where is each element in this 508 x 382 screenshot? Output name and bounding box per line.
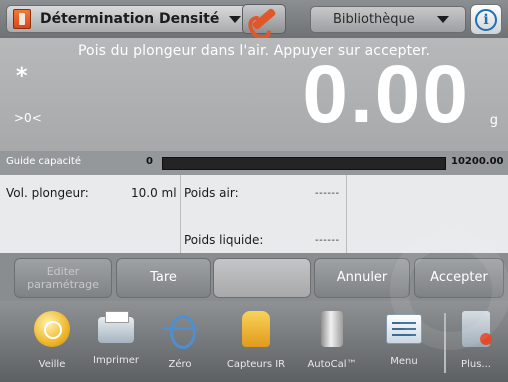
column-divider	[180, 175, 181, 253]
toolbar-label: Zéro	[168, 359, 192, 370]
mode-label: Détermination Densité	[40, 11, 220, 27]
menu-icon	[386, 314, 422, 344]
toolbar-item-zero[interactable]: Zéro	[150, 311, 210, 377]
capacity-bar	[162, 157, 446, 170]
toolbar-label: Plus...	[461, 359, 491, 370]
stability-indicator: *	[16, 64, 28, 89]
toolbar-item-more[interactable]: Plus...	[446, 311, 506, 377]
capacity-max: 10200.00	[451, 156, 504, 167]
more-icon	[462, 311, 492, 347]
results-panel: Vol. plongeur: 10.0 ml Poids air: ------…	[0, 175, 508, 253]
blank-button	[213, 258, 311, 298]
toolbar-item-print[interactable]: Imprimer	[86, 311, 146, 377]
capacity-guide: Guide capacité 0 10200.00	[0, 151, 508, 175]
printer-icon	[98, 311, 134, 343]
bottom-toolbar: Veille Imprimer Zéro Capteurs IR AutoCal…	[0, 301, 508, 382]
weight-in-liquid-label: Poids liquide:	[184, 233, 264, 247]
weight-in-air-label: Poids air:	[184, 186, 239, 200]
plunger-volume-value: 10.0 ml	[131, 186, 177, 200]
zero-icon	[162, 311, 198, 349]
weight-in-liquid-value: ------	[315, 235, 340, 246]
chevron-down-icon	[229, 15, 242, 23]
accept-button[interactable]: Accepter	[414, 258, 504, 298]
toolbar-label: Menu	[390, 356, 418, 367]
weight-in-air-value: ------	[315, 188, 340, 199]
weight-value: 0.00	[302, 49, 470, 140]
toolbar-item-menu[interactable]: Menu	[374, 311, 434, 377]
info-icon: i	[475, 8, 497, 31]
weight-display: Pois du plongeur dans l'air. Appuyer sur…	[0, 38, 508, 151]
center-of-zero-indicator: >0<	[14, 111, 42, 125]
calibration-weight-icon	[321, 311, 343, 347]
column-divider	[346, 175, 347, 253]
density-mode-icon	[13, 9, 31, 29]
toolbar-label: AutoCal™	[307, 359, 357, 370]
wrench-icon	[251, 7, 277, 31]
cancel-button[interactable]: Annuler	[314, 258, 410, 298]
weight-unit[interactable]: g	[490, 113, 498, 128]
chevron-down-icon	[436, 16, 449, 23]
edit-parameters-button[interactable]: Editer paramétrage	[14, 258, 112, 298]
toolbar-item-autocal[interactable]: AutoCal™	[302, 311, 362, 377]
toolbar-label: Imprimer	[93, 355, 139, 366]
library-label: Bibliothèque	[333, 12, 415, 27]
info-button[interactable]: i	[470, 4, 502, 35]
settings-button[interactable]	[242, 4, 286, 34]
toolbar-item-standby[interactable]: Veille	[22, 311, 82, 377]
top-bar: Détermination Densité Bibliothèque i	[0, 0, 508, 38]
toolbar-label: Veille	[38, 359, 66, 370]
power-icon	[34, 311, 70, 347]
toolbar-label: Capteurs IR	[226, 359, 286, 370]
library-selector[interactable]: Bibliothèque	[310, 6, 466, 33]
mode-selector[interactable]: Détermination Densité	[6, 5, 268, 33]
toolbar-item-ir-sensors[interactable]: Capteurs IR	[226, 311, 286, 377]
action-bar: Editer paramétrage Tare Annuler Accepter	[0, 253, 508, 301]
hand-icon	[242, 311, 270, 347]
capacity-label: Guide capacité	[6, 156, 81, 167]
tare-button[interactable]: Tare	[116, 258, 211, 298]
capacity-min: 0	[146, 156, 153, 167]
plunger-volume-label: Vol. plongeur:	[6, 186, 89, 200]
